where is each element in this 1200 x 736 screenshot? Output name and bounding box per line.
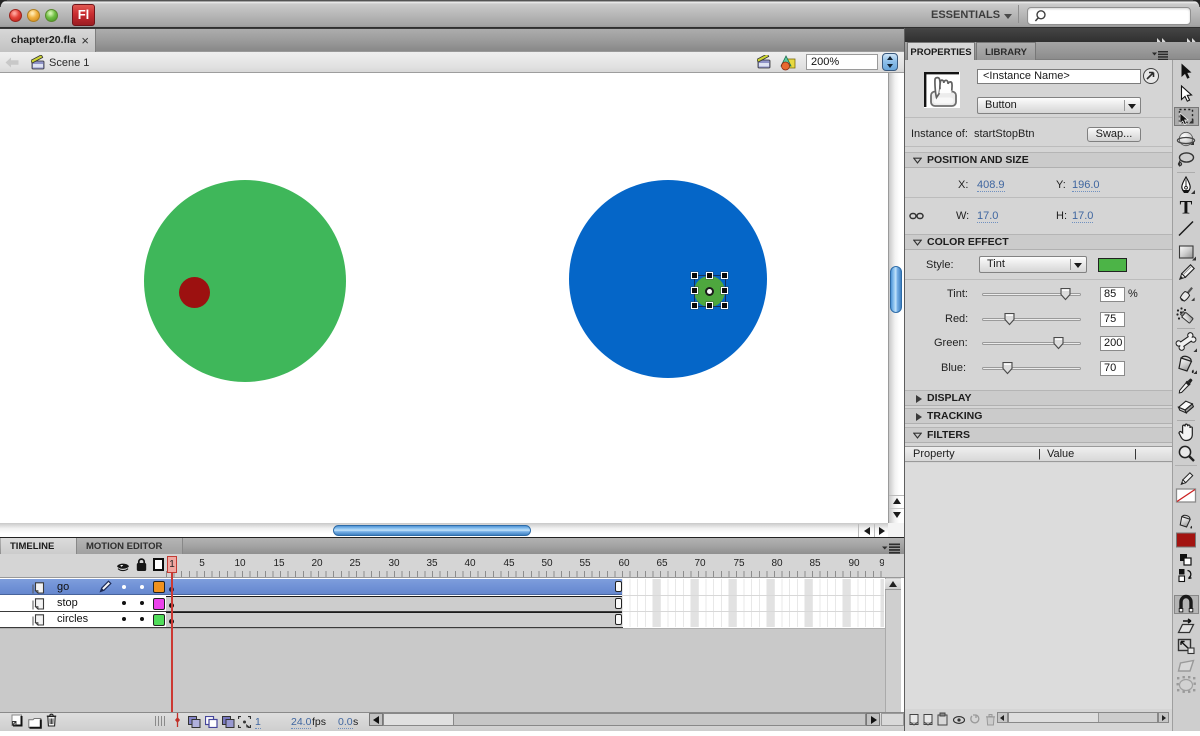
svg-text:T: T bbox=[1180, 198, 1193, 219]
